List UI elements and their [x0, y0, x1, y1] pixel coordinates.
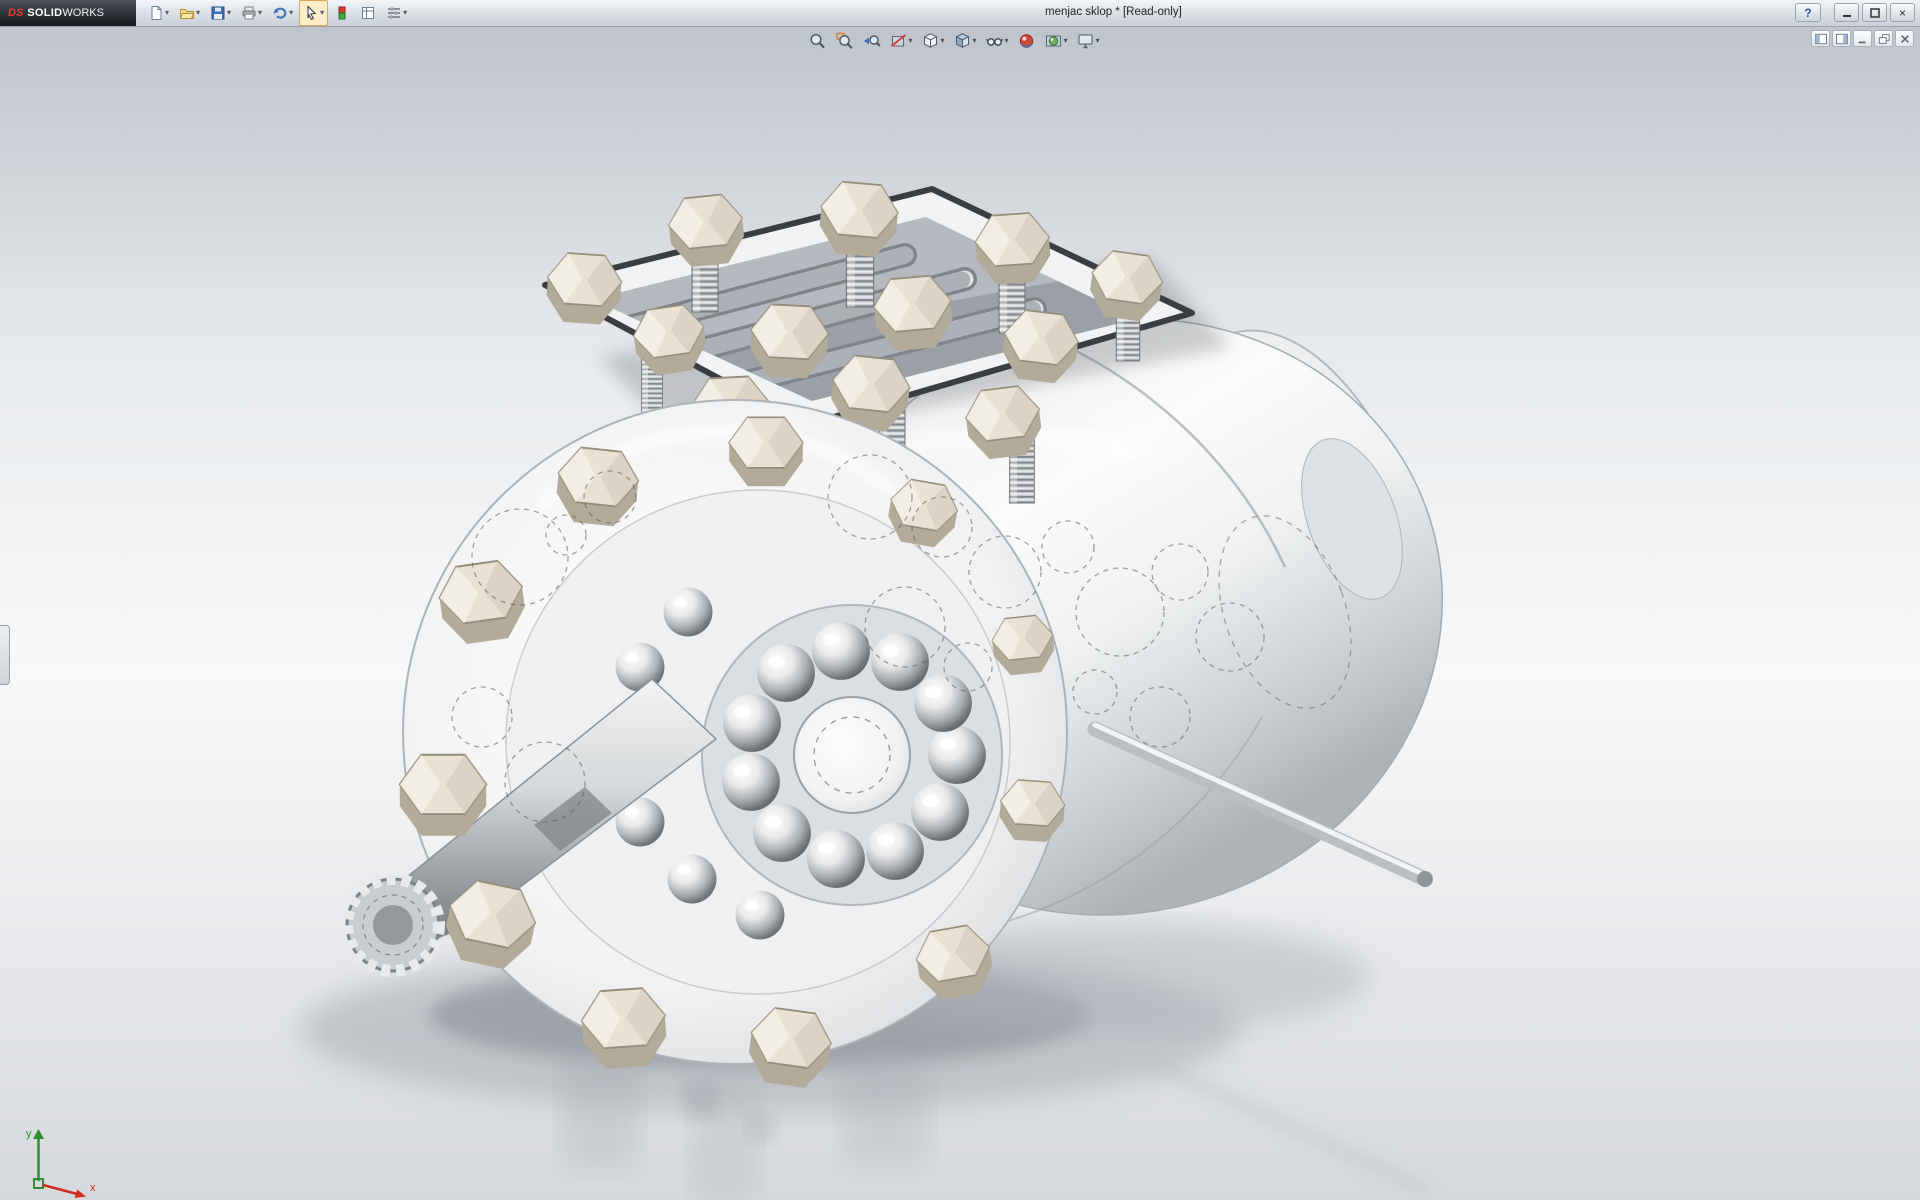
left-panel-handle[interactable]	[0, 625, 10, 685]
save-icon	[210, 5, 226, 21]
minimize-button[interactable]	[1834, 3, 1859, 22]
select-button[interactable]: ▾	[299, 0, 328, 26]
3d-model-render[interactable]	[0, 27, 1920, 1200]
previous-view-icon	[863, 32, 881, 50]
eyeglasses-icon	[986, 32, 1004, 50]
triad-x-axis	[43, 1185, 77, 1194]
dropdown-caret[interactable]: ▾	[258, 9, 262, 17]
dropdown-caret[interactable]: ▾	[165, 9, 169, 17]
dassault-mark: DS	[8, 7, 23, 19]
minimize-document-icon	[1856, 33, 1870, 45]
restore-document-button[interactable]	[1874, 30, 1893, 47]
display-style-button[interactable]: ▾	[951, 30, 980, 52]
triad-x-label: x	[90, 1182, 96, 1194]
dropdown-caret[interactable]: ▾	[973, 37, 977, 45]
brand-name: SOLIDWORKS	[27, 7, 104, 19]
file-properties-icon	[360, 5, 376, 21]
appearance-sphere-icon	[1018, 32, 1036, 50]
apply-scene-icon	[1045, 32, 1063, 50]
document-window-controls	[1811, 30, 1914, 47]
view-settings-monitor-icon	[1077, 32, 1095, 50]
reference-triad: y x	[18, 1125, 104, 1200]
display-style-icon	[954, 32, 972, 50]
main-toolbar: ▾ ▾ ▾ ▾	[136, 0, 419, 26]
maximize-icon	[1870, 8, 1880, 18]
section-view-button[interactable]: ▾	[887, 30, 916, 52]
dropdown-caret[interactable]: ▾	[941, 37, 945, 45]
print-icon	[241, 5, 257, 21]
dropdown-caret[interactable]: ▾	[1064, 37, 1068, 45]
new-document-icon	[148, 5, 164, 21]
help-button[interactable]: ?	[1795, 3, 1821, 22]
triad-y-label: y	[26, 1128, 32, 1140]
open-button[interactable]: ▾	[175, 0, 204, 26]
maximize-button[interactable]	[1862, 3, 1887, 22]
view-orientation-button[interactable]: ▾	[919, 30, 948, 52]
dropdown-caret[interactable]: ▾	[909, 37, 913, 45]
section-view-icon	[890, 32, 908, 50]
undo-icon	[272, 5, 288, 21]
open-folder-icon	[179, 5, 195, 21]
dropdown-caret[interactable]: ▾	[403, 9, 407, 17]
print-button[interactable]: ▾	[237, 0, 266, 26]
dropdown-caret[interactable]: ▾	[1005, 37, 1009, 45]
dock-pane-left-button[interactable]	[1811, 30, 1830, 47]
window-title: menjac sklop * [Read-only]	[1045, 6, 1182, 18]
close-button[interactable]: ×	[1890, 3, 1915, 22]
save-button[interactable]: ▾	[206, 0, 235, 26]
close-document-icon	[1898, 33, 1912, 45]
solidworks-logo: DS SOLIDWORKS	[0, 0, 136, 26]
graphics-viewport[interactable]: ▾ ▾ ▾ ▾	[0, 27, 1920, 1200]
apply-scene-button[interactable]: ▾	[1042, 30, 1071, 52]
options-button[interactable]: ▾	[382, 0, 411, 26]
dock-pane-right-icon	[1835, 33, 1849, 45]
dock-pane-left-icon	[1814, 33, 1828, 45]
view-settings-button[interactable]: ▾	[1074, 30, 1103, 52]
zoom-to-fit-icon	[809, 32, 827, 50]
file-properties-button[interactable]	[356, 0, 380, 26]
rebuild-button[interactable]	[330, 0, 354, 26]
window-controls: ? ×	[1795, 3, 1915, 22]
dropdown-caret[interactable]: ▾	[196, 9, 200, 17]
zoom-to-area-icon	[836, 32, 854, 50]
hide-show-items-button[interactable]: ▾	[983, 30, 1012, 52]
minimize-icon	[1842, 8, 1852, 18]
titlebar: DS SOLIDWORKS ▾ ▾ ▾	[0, 0, 1920, 27]
minimize-document-button[interactable]	[1853, 30, 1872, 47]
previous-view-button[interactable]	[860, 30, 884, 52]
zoom-to-area-button[interactable]	[833, 30, 857, 52]
dropdown-caret[interactable]: ▾	[227, 9, 231, 17]
edit-appearance-button[interactable]	[1015, 30, 1039, 52]
rebuild-traffic-icon	[334, 5, 350, 21]
options-icon	[386, 5, 402, 21]
view-orientation-cube-icon	[922, 32, 940, 50]
restore-document-icon	[1877, 33, 1891, 45]
dropdown-caret[interactable]: ▾	[1096, 37, 1100, 45]
dropdown-caret[interactable]: ▾	[320, 9, 324, 17]
select-cursor-icon	[303, 5, 319, 21]
zoom-to-fit-button[interactable]	[806, 30, 830, 52]
close-document-button[interactable]	[1895, 30, 1914, 47]
heads-up-view-toolbar: ▾ ▾ ▾ ▾	[806, 30, 1103, 52]
dock-pane-right-button[interactable]	[1832, 30, 1851, 47]
dropdown-caret[interactable]: ▾	[289, 9, 293, 17]
undo-button[interactable]: ▾	[268, 0, 297, 26]
new-document-button[interactable]: ▾	[144, 0, 173, 26]
